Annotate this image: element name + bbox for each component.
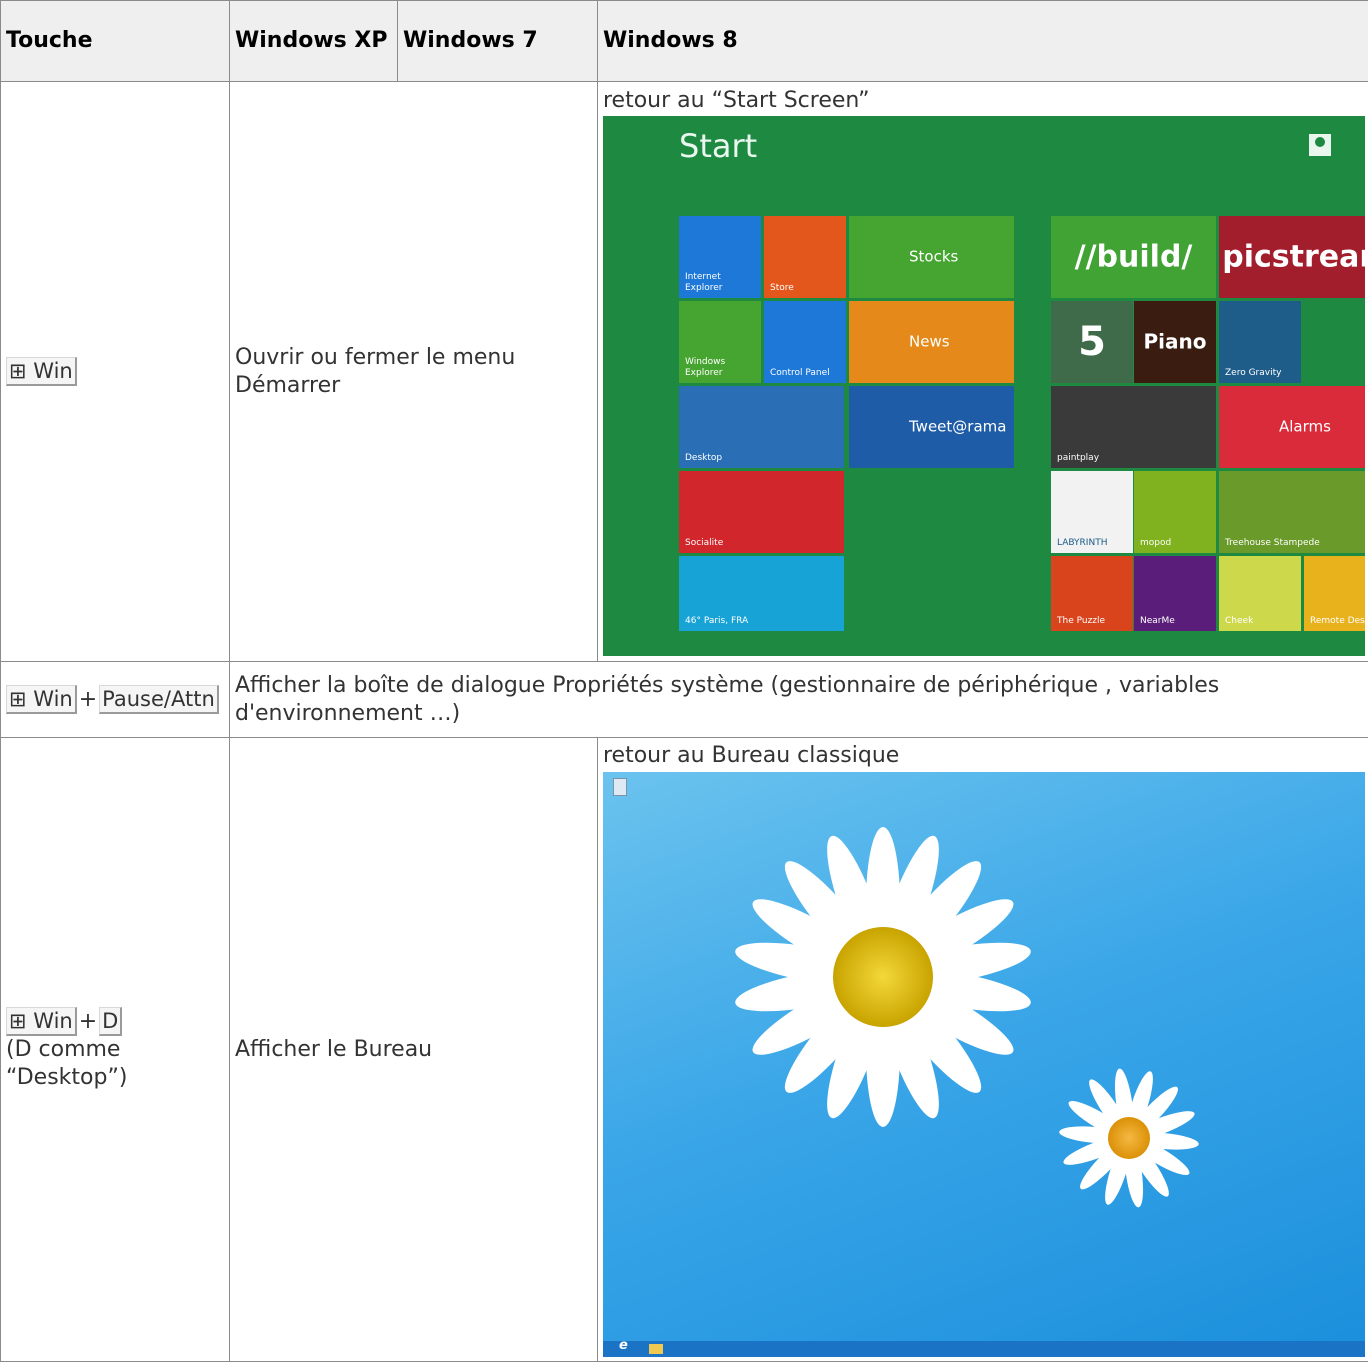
tile-label: Treehouse Stampede xyxy=(1225,538,1320,549)
tile-label: 46° Paris, FRA xyxy=(685,616,748,627)
start-tile: LABYRINTH xyxy=(1051,471,1133,553)
start-tile: Remote Desktop xyxy=(1304,556,1365,631)
plus-sign: + xyxy=(79,687,97,712)
tile-label: Internet Explorer xyxy=(685,272,761,295)
key-d: D xyxy=(99,1007,122,1036)
header-row: Touche Windows XP Windows 7 Windows 8 xyxy=(1,1,1368,82)
tile-label: Alarms xyxy=(1279,418,1331,437)
tile-label: //build/ xyxy=(1051,239,1216,277)
start-tile: 46° Paris, FRA xyxy=(679,556,844,631)
table-row: ⊞ Win+D (D comme “Desktop”) Afficher le … xyxy=(1,738,1368,1362)
xp-win7-cell: Afficher le Bureau xyxy=(230,738,598,1362)
table-row: ⊞ Win+Pause/Attn Afficher la boîte de di… xyxy=(1,662,1368,738)
start-tile: Alarms xyxy=(1219,386,1365,468)
start-tile: Socialite xyxy=(679,471,844,553)
key-cell: ⊞ Win xyxy=(1,82,230,662)
key-cell: ⊞ Win+D (D comme “Desktop”) xyxy=(1,738,230,1362)
start-tile: Stocks xyxy=(849,216,1014,298)
taskbar: e xyxy=(603,1341,1365,1357)
tile-label: Piano xyxy=(1134,330,1216,355)
win8-cell: retour au Bureau classique e xyxy=(598,738,1368,1362)
start-tile: Store xyxy=(764,216,846,298)
start-tile: paintplay xyxy=(1051,386,1216,468)
start-tile: Piano xyxy=(1134,301,1216,383)
start-screen-image: Start Internet Explorer Store Stocks //buil… xyxy=(603,116,1365,656)
xp-win7-cell: Ouvrir ou fermer le menu Démarrer xyxy=(230,82,598,662)
key-win: ⊞ Win xyxy=(6,357,77,386)
desktop-screen-image: e xyxy=(603,772,1365,1357)
tile-label: The Puzzle xyxy=(1057,616,1105,627)
tile-label: Cheek xyxy=(1225,616,1253,627)
start-tile: NearMe xyxy=(1134,556,1216,631)
tile-label: Store xyxy=(770,283,794,294)
start-tile: Treehouse Stampede xyxy=(1219,471,1365,553)
tile-label: Stocks xyxy=(909,248,958,267)
user-icon xyxy=(1309,134,1331,156)
header-windows-7: Windows 7 xyxy=(398,1,598,82)
tile-label: NearMe xyxy=(1140,616,1175,627)
shortcuts-table: Touche Windows XP Windows 7 Windows 8 ⊞ … xyxy=(0,0,1368,1362)
start-tile: Internet Explorer xyxy=(679,216,761,298)
key-cell: ⊞ Win+Pause/Attn xyxy=(1,662,230,738)
plus-sign: + xyxy=(79,1009,97,1034)
start-tile: Control Panel xyxy=(764,301,846,383)
key-note: (D comme “Desktop”) xyxy=(6,1037,127,1090)
start-tile: 5 xyxy=(1051,301,1133,383)
win8-caption: retour au “Start Screen” xyxy=(603,87,1363,115)
start-tile: Tweet@rama xyxy=(849,386,1014,468)
recycle-bin-icon xyxy=(613,778,627,796)
tile-label: Remote Desktop xyxy=(1310,616,1365,627)
start-tile: News xyxy=(849,301,1014,383)
key-win: ⊞ Win xyxy=(6,1007,77,1036)
start-tile: Desktop xyxy=(679,386,844,468)
tile-label: Windows Explorer xyxy=(685,357,761,380)
tile-label: 5 xyxy=(1051,317,1133,367)
start-tile: Cheek xyxy=(1219,556,1301,631)
tile-label: picstrean xyxy=(1219,239,1365,277)
start-tile: The Puzzle xyxy=(1051,556,1133,631)
tile-label: News xyxy=(909,333,950,352)
header-windows-8: Windows 8 xyxy=(598,1,1368,82)
ie-icon: e xyxy=(619,1338,628,1354)
header-windows-xp: Windows XP xyxy=(230,1,398,82)
start-tile: Windows Explorer xyxy=(679,301,761,383)
start-tile: picstrean xyxy=(1219,216,1365,298)
tile-label: Tweet@rama xyxy=(909,418,1006,437)
start-tile: Zero Gravity xyxy=(1219,301,1301,383)
key-pause: Pause/Attn xyxy=(99,685,219,714)
start-tile: mopod xyxy=(1134,471,1216,553)
daisy-center xyxy=(833,927,933,1027)
daisy-center-small xyxy=(1108,1117,1150,1159)
tile-label: Zero Gravity xyxy=(1225,368,1281,379)
table-row: ⊞ Win Ouvrir ou fermer le menu Démarrer … xyxy=(1,82,1368,662)
start-tile: //build/ xyxy=(1051,216,1216,298)
tile-label: LABYRINTH xyxy=(1057,538,1107,549)
tile-label: mopod xyxy=(1140,538,1171,549)
tile-label: Socialite xyxy=(685,538,723,549)
tile-label: paintplay xyxy=(1057,453,1099,464)
start-title: Start xyxy=(679,126,757,166)
win8-caption: retour au Bureau classique xyxy=(603,742,1363,770)
tile-label: Control Panel xyxy=(770,368,830,379)
folder-icon xyxy=(649,1344,663,1354)
win8-cell: retour au “Start Screen” Start Internet … xyxy=(598,82,1368,662)
header-key: Touche xyxy=(1,1,230,82)
tile-label: Desktop xyxy=(685,453,722,464)
description-cell: Afficher la boîte de dialogue Propriétés… xyxy=(230,662,1368,738)
key-win: ⊞ Win xyxy=(6,685,77,714)
